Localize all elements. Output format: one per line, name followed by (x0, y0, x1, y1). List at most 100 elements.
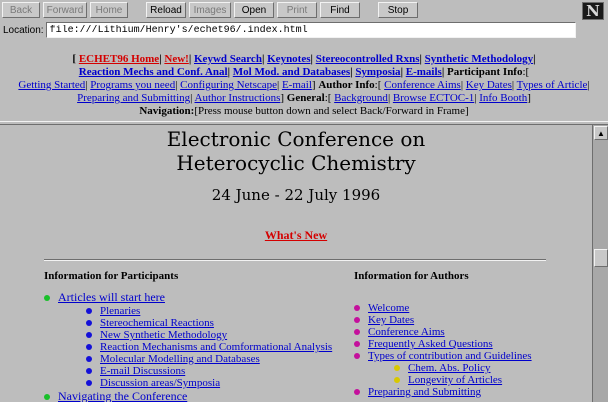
nav-key-dates[interactable]: Key Dates (466, 79, 512, 91)
list-item: Chem. Abs. Policy (354, 362, 532, 374)
bullet-icon (86, 368, 92, 374)
location-bar: Location: (0, 21, 608, 39)
authors-link[interactable]: Preparing and Submitting (368, 386, 481, 398)
nav-author-instructions[interactable]: Author Instructions (195, 92, 281, 104)
navigation-label: Navigation (139, 105, 191, 117)
participants-link[interactable]: E-mail Discussions (100, 365, 185, 377)
bullet-icon (394, 377, 400, 383)
conference-title: Electronic Conference on Heterocyclic Ch… (0, 127, 592, 175)
participants-link[interactable]: Discussion areas/Symposia (100, 377, 220, 389)
print-button[interactable]: Print (277, 2, 317, 18)
scroll-thumb[interactable] (594, 249, 608, 267)
navigation-frame: [ ECHET96 Home| New!| Keywd Search| Keyn… (18, 53, 590, 117)
bullet-icon (354, 341, 360, 347)
title-line-2: Heterocyclic Chemistry (176, 151, 416, 175)
nav-conference-aims[interactable]: Conference Aims (384, 79, 461, 91)
bullet-icon (44, 394, 50, 400)
location-field[interactable] (45, 22, 576, 38)
participants-link[interactable]: Navigating the Conference (58, 389, 187, 402)
bullet-icon (354, 329, 360, 335)
nav-symposia[interactable]: Symposia (355, 66, 400, 78)
participants-link[interactable]: Plenaries (100, 305, 140, 317)
author-info-label: Author Info (318, 79, 375, 91)
participants-link[interactable]: Articles will start here (58, 290, 165, 304)
list-item: Types of contribution and Guidelines (354, 350, 532, 362)
nav-configuring-netscape[interactable]: Configuring Netscape (180, 79, 277, 91)
general-label: General (286, 92, 325, 104)
forward-button[interactable]: Forward (43, 2, 87, 18)
list-item: Navigating the Conference (44, 389, 332, 402)
list-item: Discussion areas/Symposia (44, 377, 332, 389)
stop-button[interactable]: Stop (378, 2, 418, 18)
scroll-up-arrow-icon[interactable]: ▲ (594, 126, 608, 140)
authors-heading: Information for Authors (354, 270, 469, 282)
participants-link[interactable]: Reaction Mechanisms and Comformational A… (100, 341, 332, 353)
list-item: Key Dates (354, 314, 532, 326)
bullet-icon (86, 320, 92, 326)
browser-toolbar: Back Forward Home Reload Images Open Pri… (0, 0, 608, 20)
authors-link[interactable]: Conference Aims (368, 326, 445, 338)
nav-info-booth[interactable]: Info Booth (479, 92, 527, 104)
nav-e-mail[interactable]: E-mail (282, 79, 312, 91)
list-item: Stereochemical Reactions (44, 317, 332, 329)
reload-button[interactable]: Reload (146, 2, 186, 18)
list-item: Frequently Asked Questions (354, 338, 532, 350)
nav-reaction-mechs[interactable]: Reaction Mechs and Conf. Anal (79, 66, 228, 78)
navigation-instructions: [Press mouse button down and select Back… (194, 105, 469, 117)
whats-new-link[interactable]: What's New (265, 228, 327, 242)
nav-echet96-home[interactable]: ECHET96 Home (79, 53, 159, 65)
list-item: Longevity of Articles (354, 374, 532, 386)
participants-link[interactable]: Stereochemical Reactions (100, 317, 214, 329)
participants-link[interactable]: Molecular Modelling and Databases (100, 353, 260, 365)
authors-link[interactable]: Welcome (368, 302, 409, 314)
list-item: Molecular Modelling and Databases (44, 353, 332, 365)
nav-keywd-search[interactable]: Keywd Search (194, 53, 262, 65)
authors-link[interactable]: Key Dates (368, 314, 414, 326)
nav-synthetic-methodology[interactable]: Synthetic Methodology (425, 53, 533, 65)
list-item: New Synthetic Methodology (44, 329, 332, 341)
conference-dates: 24 June - 22 July 1996 (211, 186, 381, 204)
bullet-icon (44, 295, 50, 301)
nav-programs[interactable]: Programs you need (90, 79, 175, 91)
list-item: Reaction Mechanisms and Comformational A… (44, 341, 332, 353)
nav-getting-started[interactable]: Getting Started (18, 79, 85, 91)
images-button[interactable]: Images (189, 2, 231, 18)
nav-preparing-submitting[interactable]: Preparing and Submitting (77, 92, 190, 104)
bullet-icon (86, 344, 92, 350)
back-button[interactable]: Back (2, 2, 40, 18)
vertical-scrollbar[interactable]: ▲ (592, 125, 608, 402)
open-button[interactable]: Open (234, 2, 274, 18)
nav-new[interactable]: New! (164, 53, 188, 65)
list-item: Plenaries (44, 305, 332, 317)
title-line-1: Electronic Conference on (166, 127, 426, 151)
home-button[interactable]: Home (90, 2, 128, 18)
horizontal-rule (44, 259, 546, 261)
participants-link[interactable]: New Synthetic Methodology (100, 329, 227, 341)
nav-browse-ectoc[interactable]: Browse ECTOC-1 (393, 92, 474, 104)
bullet-icon (394, 365, 400, 371)
bullet-icon (354, 317, 360, 323)
content-frame: Electronic Conference on Heterocyclic Ch… (0, 125, 592, 402)
authors-link[interactable]: Frequently Asked Questions (368, 338, 493, 350)
location-label: Location: (3, 24, 44, 36)
list-item: Welcome (354, 302, 532, 314)
bullet-icon (86, 308, 92, 314)
list-item: Articles will start here (44, 290, 332, 305)
authors-link[interactable]: Longevity of Articles (408, 374, 502, 386)
netscape-logo-icon[interactable]: N (582, 2, 604, 20)
authors-link[interactable]: Types of contribution and Guidelines (368, 350, 532, 362)
nav-types-of-article[interactable]: Types of Article (517, 79, 588, 91)
bullet-icon (86, 356, 92, 362)
nav-e-mails[interactable]: E-mails (406, 66, 442, 78)
participants-list: Articles will start here Plenaries Stereoc… (44, 290, 332, 402)
list-item: Preparing and Submitting (354, 386, 532, 398)
list-item: Conference Aims (354, 326, 532, 338)
nav-stereocontrolled[interactable]: Stereocontrolled Rxns (316, 53, 420, 65)
nav-mol-mod[interactable]: Mol Mod. and Databases (233, 66, 350, 78)
bullet-icon (354, 353, 360, 359)
find-button[interactable]: Find (320, 2, 360, 18)
nav-keynotes[interactable]: Keynotes (267, 53, 310, 65)
authors-link[interactable]: Chem. Abs. Policy (408, 362, 491, 374)
nav-background[interactable]: Background (334, 92, 388, 104)
bullet-icon (86, 332, 92, 338)
